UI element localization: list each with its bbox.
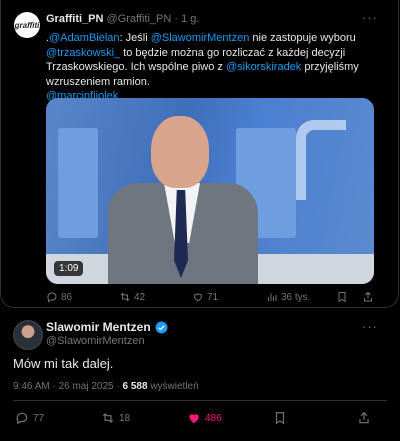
repost-icon — [119, 291, 131, 303]
share-button[interactable] — [357, 411, 371, 425]
reply-timestamp[interactable]: 9:46 AM · 26 maj 2025 · — [13, 381, 123, 392]
reply-actions-bar: 77 18 486 — [15, 411, 375, 427]
reply-author-name[interactable]: Slawomir Mentzen — [46, 320, 151, 334]
more-options-icon[interactable]: ··· — [362, 10, 378, 25]
reply-meta: 9:46 AM · 26 maj 2025 · 6 588 wyświetleń — [13, 381, 199, 392]
mention-link[interactable]: @sikorskiradek — [226, 61, 301, 73]
quoted-tweet[interactable]: graffiti Graffiti_PN @Graffiti_PN · 1 g.… — [0, 0, 399, 308]
reply-author[interactable]: Slawomir Mentzen — [46, 320, 168, 334]
reply-icon — [15, 411, 29, 425]
reply-count: 77 — [33, 412, 45, 424]
quoted-author-handle[interactable]: @Graffiti_PN — [107, 13, 172, 25]
bookmark-icon — [273, 411, 287, 425]
video-player[interactable]: 1:09 — [46, 98, 374, 284]
person-head — [151, 116, 209, 188]
share-icon — [357, 411, 371, 425]
quoted-tweet-header: Graffiti_PN @Graffiti_PN · 1 g. — [46, 13, 199, 25]
mention-link[interactable]: @AdamBielan — [49, 32, 119, 44]
heart-icon — [192, 291, 204, 303]
divider — [13, 400, 387, 401]
share-icon — [362, 291, 374, 303]
bookmark-button[interactable] — [273, 411, 287, 425]
like-count: 71 — [207, 291, 219, 303]
repost-button[interactable]: 42 — [119, 291, 145, 303]
repost-icon — [101, 411, 115, 425]
mention-link[interactable]: @SlawomirMentzen — [151, 32, 250, 44]
reply-count: 86 — [61, 291, 73, 303]
quoted-time[interactable]: 1 g. — [181, 13, 199, 25]
bookmark-button[interactable] — [336, 291, 348, 303]
quoted-author-name[interactable]: Graffiti_PN — [46, 13, 103, 25]
reply-views-label: wyświetleń — [147, 381, 199, 392]
like-button[interactable]: 71 — [192, 291, 218, 303]
repost-count: 42 — [134, 291, 146, 303]
views-chart-icon — [266, 291, 278, 303]
graffiti-avatar[interactable]: graffiti — [14, 12, 40, 38]
text-fragment: : Jeśli — [119, 32, 151, 44]
verified-badge-icon — [155, 321, 168, 333]
bookmark-icon — [336, 291, 348, 303]
studio-logo — [296, 120, 346, 200]
quoted-tweet-text: .@AdamBielan: Jeśli @SlawomirMentzen nie… — [46, 31, 381, 104]
share-button[interactable] — [362, 291, 374, 303]
views-button[interactable]: 36 tys. — [266, 291, 310, 303]
video-duration: 1:09 — [54, 261, 84, 276]
views-count: 36 tys. — [281, 291, 311, 303]
reply-icon — [46, 291, 58, 303]
studio-panel — [58, 128, 98, 238]
like-count: 486 — [205, 412, 222, 424]
reply-button[interactable]: 77 — [15, 411, 44, 425]
repost-count: 18 — [119, 412, 131, 424]
more-options-icon[interactable]: ··· — [362, 319, 378, 334]
text-fragment: nie zastopuje wyboru — [249, 32, 356, 44]
reply-author-handle[interactable]: @SlawomirMentzen — [46, 335, 145, 347]
like-button[interactable]: 486 — [187, 411, 222, 425]
repost-button[interactable]: 18 — [101, 411, 130, 425]
mentzen-avatar[interactable] — [13, 320, 43, 350]
header-separator: · — [174, 13, 179, 25]
heart-filled-icon — [187, 411, 201, 425]
mention-link[interactable]: @trzaskowski_ — [46, 47, 120, 59]
reply-views-count: 6 588 — [122, 381, 148, 392]
reply-text: Mów mi tak dalej. — [13, 356, 114, 371]
quoted-actions-bar: 86 42 71 36 tys. — [46, 291, 386, 305]
reply-button[interactable]: 86 — [46, 291, 72, 303]
